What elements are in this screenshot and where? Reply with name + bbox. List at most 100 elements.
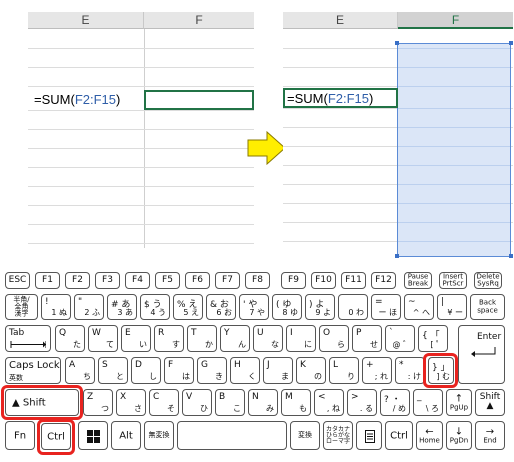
column-header-f[interactable]: F [144,12,254,29]
key-muhenkan[interactable]: 無変換 [144,421,174,450]
key-label: F5 [162,274,173,285]
key-comma[interactable]: <, ね [314,389,344,416]
range-row-line [398,241,510,242]
key-p[interactable]: Pせ [352,325,382,352]
key-menu[interactable] [356,421,382,450]
key-r[interactable]: Rす [154,325,184,352]
column-header-e[interactable]: E [28,12,144,29]
key-pgup[interactable]: ↑ PgUp [446,389,472,416]
key-b[interactable]: Bこ [215,389,245,416]
key-label: F2 [72,274,83,285]
key-f2[interactable]: F2 [65,272,90,289]
key-y[interactable]: Yん [220,325,250,352]
key-f5[interactable]: F5 [155,272,180,289]
key-enter[interactable]: Enter [458,325,505,384]
key-space[interactable] [177,421,287,450]
key-f1[interactable]: F1 [35,272,60,289]
key-4[interactable]: $ う4 う [140,294,170,320]
key-w[interactable]: Wて [88,325,118,352]
key-8[interactable]: ( ゆ8 ゆ [272,294,302,320]
key-h[interactable]: Hく [230,357,260,384]
key-semicolon[interactable]: +; れ [362,357,392,384]
key-fn[interactable]: Fn [5,421,35,450]
key-m[interactable]: Mも [281,389,311,416]
key-f10[interactable]: F10 [311,272,336,289]
key-kana: す [172,340,180,349]
key-slash[interactable]: ? ・ / め [380,389,410,416]
key-at[interactable]: ` @ ゛ [385,325,415,352]
key-hankaku[interactable]: 半角/全角 漢字 [5,294,38,320]
range-row-line [398,184,510,185]
selected-range-f2-f15[interactable] [397,43,511,257]
range-handle[interactable] [395,254,399,258]
key-f4[interactable]: F4 [125,272,150,289]
key-9[interactable]: ) よ9 よ [305,294,335,320]
key-end[interactable]: → End [475,421,505,450]
key-henkan[interactable]: 変換 [290,421,320,450]
key-q[interactable]: Qた [55,325,85,352]
key-backspace[interactable]: Back space [470,294,505,320]
key-kana: い [139,340,147,349]
key-2[interactable]: " 2 ふ [74,294,104,320]
key-right-ctrl[interactable]: Ctrl [385,421,413,450]
key-j[interactable]: Jま [263,357,293,384]
key-backslash[interactable]: _ \ ろ [413,389,443,416]
key-t[interactable]: Tか [187,325,217,352]
key-1[interactable]: ! 1 ぬ [41,294,71,320]
key-f11[interactable]: F11 [341,272,366,289]
key-insert[interactable]: Insert PrtScr [439,272,467,289]
key-caps-lock[interactable]: Caps Lock 英数 [5,357,61,384]
key-windows[interactable] [78,421,108,450]
key-l[interactable]: Lり [329,357,359,384]
key-3[interactable]: # あ3 あ [107,294,137,320]
column-header-f[interactable]: F [398,12,513,29]
key-left-bracket[interactable]: { 「[ ゜ [418,325,448,352]
key-f7[interactable]: F7 [215,272,240,289]
key-x[interactable]: Xさ [116,389,146,416]
key-f12[interactable]: F12 [371,272,396,289]
key-e[interactable]: Eい [121,325,151,352]
key-alt[interactable]: Alt [111,421,141,450]
key-g[interactable]: Gき [197,357,227,384]
key-tab[interactable]: Tab [5,325,51,352]
key-0[interactable]: 0 わ [338,294,368,320]
key-pause[interactable]: Pause Break [404,272,432,289]
key-s[interactable]: Sと [98,357,128,384]
key-f3[interactable]: F3 [95,272,120,289]
range-handle[interactable] [509,254,513,258]
key-7[interactable]: ' や7 や [239,294,269,320]
key-a[interactable]: Aち [65,357,95,384]
key-pgdn[interactable]: ↓ PgDn [446,421,472,450]
key-k[interactable]: Kの [296,357,326,384]
key-o[interactable]: Oら [319,325,349,352]
key-yen[interactable]: | ¥ ー [437,294,467,320]
key-esc[interactable]: ESC [5,272,30,289]
active-cell-e[interactable] [283,88,398,108]
key-i[interactable]: Iに [286,325,316,352]
key-5[interactable]: % え5 え [173,294,203,320]
key-minus[interactable]: = ー ほ [371,294,401,320]
key-u[interactable]: Uな [253,325,283,352]
key-n[interactable]: Nみ [248,389,278,416]
key-right-shift[interactable]: Shift ▲ [475,389,505,416]
key-f6[interactable]: F6 [185,272,210,289]
active-cell-f[interactable] [144,90,254,110]
key-f[interactable]: Fは [164,357,194,384]
key-home[interactable]: ← Home [416,421,443,450]
key-delete[interactable]: Delete SysRq [474,272,502,289]
formula-text[interactable]: =SUM(F2:F15) [34,92,120,107]
key-caret[interactable]: ~ ^ へ [404,294,434,320]
key-period[interactable]: >. る [347,389,377,416]
key-kana[interactable]: カタカナ ひらがな ローマ字 [323,421,353,450]
key-v[interactable]: Vひ [182,389,212,416]
key-f8[interactable]: F8 [245,272,270,289]
key-f9[interactable]: F9 [281,272,306,289]
key-colon[interactable]: *: け [395,357,425,384]
range-handle[interactable] [509,41,513,45]
key-6[interactable]: & お6 お [206,294,236,320]
column-header-e[interactable]: E [283,12,398,29]
key-z[interactable]: Zつ [83,389,113,416]
key-d[interactable]: Dし [131,357,161,384]
key-c[interactable]: Cそ [149,389,179,416]
range-handle[interactable] [395,41,399,45]
